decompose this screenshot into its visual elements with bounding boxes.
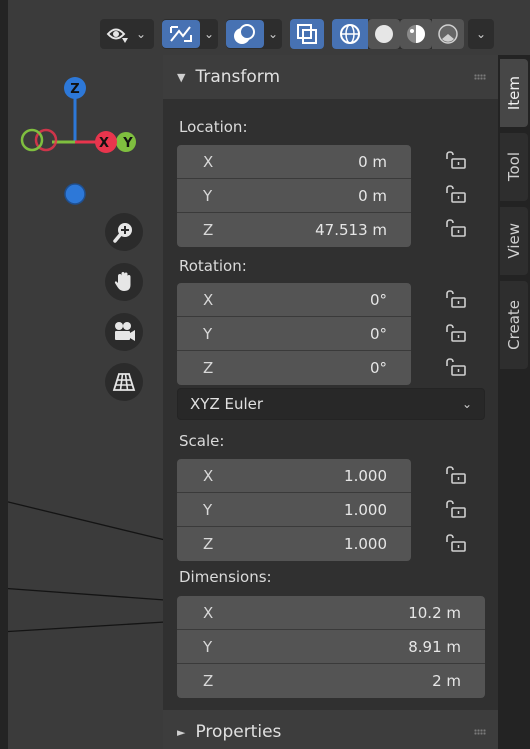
dimensions-x-field[interactable]: X 10.2 m [177, 596, 485, 630]
rotation-mode-dropdown[interactable]: XYZ Euler ⌄ [177, 388, 485, 420]
chevron-down-icon: ⌄ [203, 27, 215, 41]
location-x-field[interactable]: X0 m [177, 145, 411, 179]
rendered-shading-icon[interactable] [432, 19, 464, 49]
gizmo-toggle-icon[interactable] [162, 20, 200, 48]
grid-perspective-icon [112, 373, 136, 391]
zoom-button[interactable] [105, 213, 143, 251]
dimensions-fields: X 10.2 m Y 8.91 m Z2 m [177, 596, 485, 698]
gizmo-y-label: Y [122, 136, 133, 151]
scale-x-field[interactable]: X 1.000 [177, 459, 411, 493]
rotation-mode-value: XYZ Euler [190, 395, 264, 413]
shading-options-dropdown[interactable]: ⌄ [468, 19, 494, 49]
lock-location-x-icon[interactable] [443, 150, 471, 170]
lock-rotation-z-icon[interactable] [443, 357, 471, 377]
location-label: Location: [179, 118, 248, 136]
rotation-label: Rotation: [179, 257, 247, 275]
view-object-types-icon [104, 19, 132, 49]
material-preview-icon[interactable] [400, 19, 432, 49]
scale-label: Scale: [179, 432, 225, 450]
lock-scale-y-icon[interactable] [443, 499, 471, 519]
xray-toggle[interactable] [290, 19, 324, 49]
gizmo-z-label: Z [70, 82, 79, 97]
chevron-down-icon: ⌄ [267, 27, 279, 41]
drag-grip-icon[interactable] [474, 74, 486, 80]
scale-y-field[interactable]: Y 1.000 [177, 493, 411, 527]
pan-button[interactable] [105, 263, 143, 301]
drag-grip-icon[interactable] [474, 729, 486, 735]
chevron-down-icon: ⌄ [135, 27, 147, 41]
solid-shading-icon[interactable] [368, 19, 400, 49]
dimensions-y-field[interactable]: Y 8.91 m [177, 630, 485, 664]
tab-tool[interactable]: Tool [500, 133, 528, 201]
rotation-z-field[interactable]: Z 0° [177, 351, 411, 385]
transform-panel-title: Transform [195, 67, 281, 87]
wireframe-shading-icon[interactable] [332, 19, 368, 49]
expand-triangle-icon: ▼ [177, 70, 186, 84]
lock-scale-z-icon[interactable] [443, 533, 471, 553]
camera-view-button[interactable] [105, 313, 143, 351]
overlays-dropdown[interactable]: ⌄ [226, 19, 282, 49]
gizmo-dropdown[interactable]: ⌄ [162, 19, 218, 49]
rotation-fields: X 0° Y 0° Z 0° [177, 283, 411, 385]
dimensions-label: Dimensions: [179, 568, 272, 586]
tab-view[interactable]: View [500, 207, 528, 275]
chevron-down-icon: ⌄ [461, 397, 472, 411]
rotation-y-field[interactable]: Y 0° [177, 317, 411, 351]
scale-fields: X 1.000 Y 1.000 Z 1.000 [177, 459, 411, 561]
overlays-icon[interactable] [226, 20, 264, 48]
location-z-field[interactable]: Z 47.513 m [177, 213, 411, 247]
hand-icon [114, 272, 131, 291]
gizmo-x-label: X [99, 136, 109, 151]
lock-location-z-icon[interactable] [443, 218, 471, 238]
viewport-header-toolbar: ⌄ ⌄ ⌄ ⌄ [100, 16, 502, 52]
collapsed-triangle-icon: ► [177, 725, 186, 739]
properties-panel-title: Properties [195, 722, 282, 742]
scale-z-field[interactable]: Z 1.000 [177, 527, 411, 561]
axis-gizmo-icon[interactable]: Z X Y [0, 60, 160, 230]
xray-toggle-icon[interactable] [290, 19, 324, 49]
dimensions-z-field[interactable]: Z2 m [177, 664, 485, 698]
chevron-down-icon: ⌄ [475, 27, 487, 41]
lock-location-y-icon[interactable] [443, 184, 471, 204]
object-types-dropdown[interactable]: ⌄ [100, 19, 154, 49]
tab-create[interactable]: Create [500, 281, 528, 369]
navigation-gizmo[interactable]: Z X Y [0, 60, 160, 230]
sidebar-tabs: Item Tool View Create [498, 55, 530, 749]
shading-mode-group [332, 19, 464, 49]
lock-rotation-x-icon[interactable] [443, 289, 471, 309]
transform-panel-header[interactable]: ▼ Transform [163, 55, 498, 99]
rotation-x-field[interactable]: X 0° [177, 283, 411, 317]
lock-rotation-y-icon[interactable] [443, 323, 471, 343]
camera-icon [115, 322, 135, 341]
properties-panel-header[interactable]: ► Properties [163, 710, 498, 749]
zoom-icon [113, 223, 132, 243]
location-fields: X0 m Y0 m Z 47.513 m [177, 145, 411, 247]
tab-item[interactable]: Item [500, 59, 528, 127]
perspective-toggle-button[interactable] [105, 363, 143, 401]
location-y-field[interactable]: Y0 m [177, 179, 411, 213]
lock-scale-x-icon[interactable] [443, 465, 471, 485]
